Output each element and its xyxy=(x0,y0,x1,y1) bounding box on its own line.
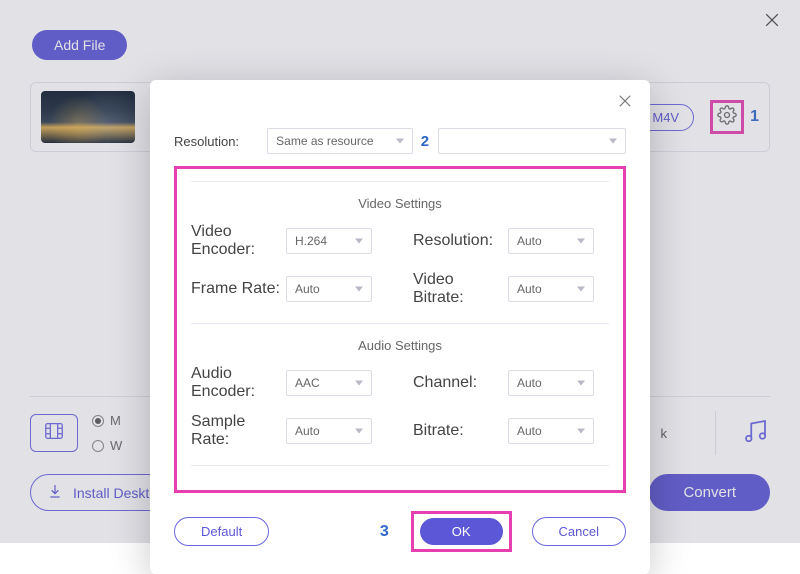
frame-rate-value: Auto xyxy=(295,282,320,296)
video-bitrate-select[interactable]: Auto xyxy=(508,276,594,302)
annotation-2: 2 xyxy=(421,133,429,150)
top-resolution-value: Same as resource xyxy=(276,134,373,148)
cancel-button[interactable]: Cancel xyxy=(532,517,626,546)
ok-highlight-frame: OK xyxy=(411,511,512,552)
sample-rate-value: Auto xyxy=(295,424,320,438)
channel-label: Channel: xyxy=(413,374,508,392)
settings-modal: Resolution: Same as resource 2 Video Set… xyxy=(150,80,650,574)
audio-encoder-select[interactable]: AAC xyxy=(286,370,372,396)
top-second-select[interactable] xyxy=(438,128,626,154)
chevron-down-icon xyxy=(355,429,363,434)
channel-select[interactable]: Auto xyxy=(508,370,594,396)
video-encoder-label: Video Encoder: xyxy=(191,223,286,259)
default-button[interactable]: Default xyxy=(174,517,269,546)
video-bitrate-value: Auto xyxy=(517,282,542,296)
video-encoder-value: H.264 xyxy=(295,234,327,248)
audio-settings-title: Audio Settings xyxy=(191,334,609,357)
sample-rate-select[interactable]: Auto xyxy=(286,418,372,444)
chevron-down-icon xyxy=(577,239,585,244)
video-resolution-label: Resolution: xyxy=(413,232,508,250)
audio-encoder-label: Audio Encoder: xyxy=(191,365,286,401)
chevron-down-icon xyxy=(355,287,363,292)
chevron-down-icon xyxy=(396,139,404,144)
audio-bitrate-select[interactable]: Auto xyxy=(508,418,594,444)
video-encoder-select[interactable]: H.264 xyxy=(286,228,372,254)
annotation-3: 3 xyxy=(380,523,389,541)
top-resolution-select[interactable]: Same as resource xyxy=(267,128,413,154)
audio-bitrate-label: Bitrate: xyxy=(413,422,508,440)
top-resolution-label: Resolution: xyxy=(174,134,267,149)
video-settings-title: Video Settings xyxy=(191,192,609,215)
ok-button[interactable]: OK xyxy=(420,518,503,545)
chevron-down-icon xyxy=(577,287,585,292)
channel-value: Auto xyxy=(517,376,542,390)
frame-rate-select[interactable]: Auto xyxy=(286,276,372,302)
modal-close-button[interactable] xyxy=(616,92,634,115)
close-icon xyxy=(616,97,634,114)
chevron-down-icon xyxy=(355,381,363,386)
sample-rate-label: Sample Rate: xyxy=(191,413,286,449)
chevron-down-icon xyxy=(355,239,363,244)
chevron-down-icon xyxy=(577,381,585,386)
video-bitrate-label: Video Bitrate: xyxy=(413,271,508,307)
audio-encoder-value: AAC xyxy=(295,376,320,390)
frame-rate-label: Frame Rate: xyxy=(191,280,286,298)
audio-bitrate-value: Auto xyxy=(517,424,542,438)
settings-frame: Video Settings Video Encoder: H.264 Resol… xyxy=(174,166,626,493)
chevron-down-icon xyxy=(577,429,585,434)
chevron-down-icon xyxy=(609,139,617,144)
video-resolution-select[interactable]: Auto xyxy=(508,228,594,254)
video-resolution-value: Auto xyxy=(517,234,542,248)
